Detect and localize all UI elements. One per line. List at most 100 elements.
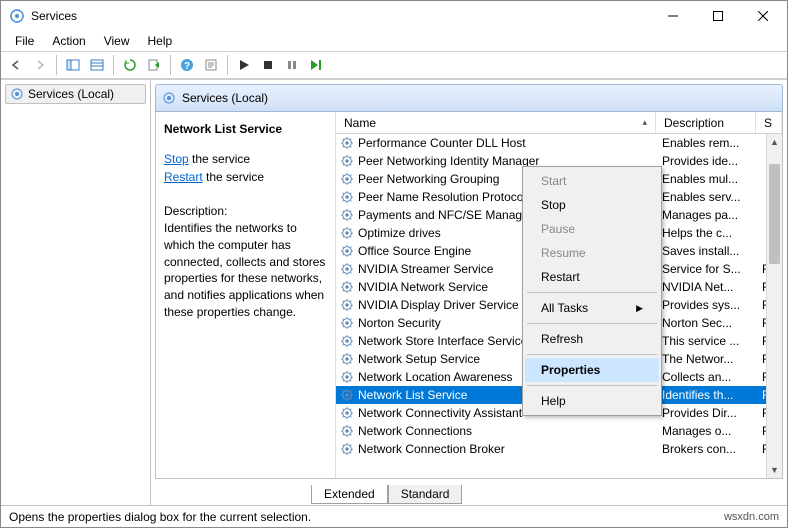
service-name-cell: Network Store Interface Service xyxy=(358,334,527,348)
toolbar-separator xyxy=(227,55,228,75)
gear-icon xyxy=(340,442,354,456)
service-name-cell: NVIDIA Display Driver Service xyxy=(358,298,519,312)
ctx-restart[interactable]: Restart xyxy=(525,265,659,289)
service-desc-cell: Brokers con... xyxy=(656,442,756,456)
gear-icon xyxy=(340,208,354,222)
tree-root[interactable]: Services (Local) xyxy=(5,84,146,104)
show-hide-button[interactable] xyxy=(62,54,84,76)
ctx-resume[interactable]: Resume xyxy=(525,241,659,265)
menu-view[interactable]: View xyxy=(96,32,138,50)
gear-icon xyxy=(340,136,354,150)
ctx-pause[interactable]: Pause xyxy=(525,217,659,241)
pane-title: Services (Local) xyxy=(182,91,268,105)
ctx-all-tasks[interactable]: All Tasks▶ xyxy=(525,296,659,320)
service-name-cell: Payments and NFC/SE Manager xyxy=(358,208,533,222)
service-desc-cell: Collects an... xyxy=(656,370,756,384)
gear-icon xyxy=(340,424,354,438)
service-desc-cell: Manages o... xyxy=(656,424,756,438)
details-button[interactable] xyxy=(86,54,108,76)
right-pane: Services (Local) Network List Service St… xyxy=(151,80,787,505)
properties-button[interactable] xyxy=(200,54,222,76)
ctx-properties[interactable]: Properties xyxy=(525,358,659,382)
submenu-arrow-icon: ▶ xyxy=(636,303,643,314)
refresh-button[interactable] xyxy=(119,54,141,76)
ctx-start[interactable]: Start xyxy=(525,169,659,193)
tree-root-label: Services (Local) xyxy=(28,87,114,101)
watermark: wsxdn.com xyxy=(724,511,779,523)
restart-service-button[interactable] xyxy=(305,54,327,76)
vertical-scrollbar[interactable]: ▲ ▼ xyxy=(766,134,782,478)
service-name-cell: Network Connection Broker xyxy=(358,442,505,456)
gear-icon xyxy=(340,190,354,204)
column-status[interactable]: S xyxy=(756,112,782,133)
ctx-stop[interactable]: Stop xyxy=(525,193,659,217)
service-desc-cell: Enables mul... xyxy=(656,172,756,186)
tab-standard[interactable]: Standard xyxy=(388,485,463,504)
service-desc-cell: The Networ... xyxy=(656,352,756,366)
table-row[interactable]: Network ConnectionsManages o...F xyxy=(336,422,782,440)
services-icon xyxy=(162,91,176,105)
column-headers: Name▴ Description S xyxy=(336,112,782,134)
stop-link[interactable]: Stop xyxy=(164,152,189,166)
close-button[interactable] xyxy=(740,2,785,30)
forward-button[interactable] xyxy=(29,54,51,76)
gear-icon xyxy=(340,334,354,348)
gear-icon xyxy=(340,370,354,384)
description-heading: Description: xyxy=(164,204,327,218)
tree-pane: Services (Local) xyxy=(1,80,151,505)
menu-help[interactable]: Help xyxy=(140,32,181,50)
gear-icon xyxy=(340,352,354,366)
window-controls xyxy=(650,2,785,30)
status-text: Opens the properties dialog box for the … xyxy=(9,510,311,524)
ctx-separator xyxy=(527,354,657,355)
gear-icon xyxy=(340,298,354,312)
gear-icon xyxy=(340,244,354,258)
ctx-separator xyxy=(527,292,657,293)
pause-service-button[interactable] xyxy=(281,54,303,76)
service-name-cell: NVIDIA Network Service xyxy=(358,280,488,294)
table-row[interactable]: Performance Counter DLL HostEnables rem.… xyxy=(336,134,782,152)
start-service-button[interactable] xyxy=(233,54,255,76)
restart-link[interactable]: Restart xyxy=(164,170,203,184)
service-desc-cell: Provides Dir... xyxy=(656,406,756,420)
ctx-separator xyxy=(527,323,657,324)
content-area: Services (Local) Services (Local) Networ… xyxy=(1,79,787,505)
export-button[interactable] xyxy=(143,54,165,76)
table-row[interactable]: Network Connection BrokerBrokers con...F xyxy=(336,440,782,458)
service-desc-cell: Helps the c... xyxy=(656,226,756,240)
service-name-cell: Peer Networking Grouping xyxy=(358,172,499,186)
toolbar: ? xyxy=(1,51,787,79)
service-name-cell: Network Connections xyxy=(358,424,472,438)
service-name-cell: Network Connectivity Assistant xyxy=(358,406,522,420)
sort-indicator-icon: ▴ xyxy=(642,117,647,128)
scroll-up-icon[interactable]: ▲ xyxy=(767,134,782,150)
column-description[interactable]: Description xyxy=(656,112,756,133)
column-name[interactable]: Name▴ xyxy=(336,112,656,133)
service-desc-cell: NVIDIA Net... xyxy=(656,280,756,294)
window-title: Services xyxy=(31,9,650,23)
menubar: File Action View Help xyxy=(1,31,787,51)
gear-icon xyxy=(340,226,354,240)
scroll-down-icon[interactable]: ▼ xyxy=(767,462,782,478)
minimize-button[interactable] xyxy=(650,2,695,30)
gear-icon xyxy=(340,316,354,330)
service-desc-cell: Enables serv... xyxy=(656,190,756,204)
gear-icon xyxy=(340,406,354,420)
service-name-cell: Network Location Awareness xyxy=(358,370,513,384)
service-desc-cell: Service for S... xyxy=(656,262,756,276)
help-button[interactable]: ? xyxy=(176,54,198,76)
back-button[interactable] xyxy=(5,54,27,76)
service-actions: Stop the service Restart the service xyxy=(164,150,327,186)
maximize-button[interactable] xyxy=(695,2,740,30)
service-name-cell: Office Source Engine xyxy=(358,244,471,258)
stop-service-button[interactable] xyxy=(257,54,279,76)
scroll-thumb[interactable] xyxy=(769,164,780,264)
menu-action[interactable]: Action xyxy=(44,32,93,50)
tab-extended[interactable]: Extended xyxy=(311,485,388,504)
ctx-refresh[interactable]: Refresh xyxy=(525,327,659,351)
service-name-cell: Performance Counter DLL Host xyxy=(358,136,526,150)
ctx-help[interactable]: Help xyxy=(525,389,659,413)
menu-file[interactable]: File xyxy=(7,32,42,50)
service-desc-cell: Identifies th... xyxy=(656,388,756,402)
toolbar-separator xyxy=(170,55,171,75)
